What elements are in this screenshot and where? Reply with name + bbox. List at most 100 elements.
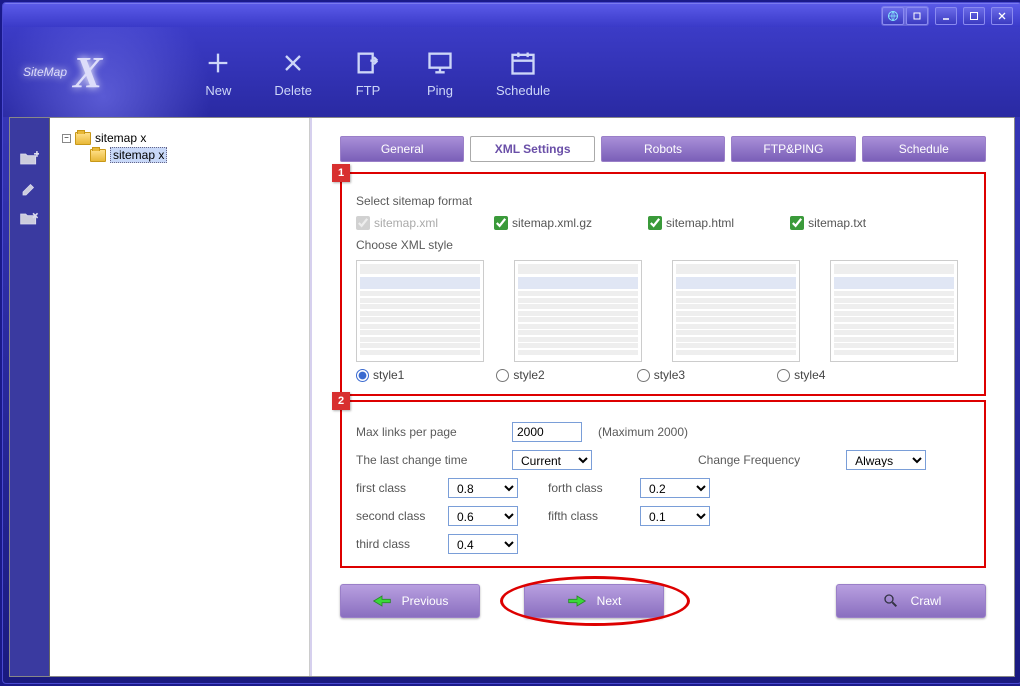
max-links-input[interactable]: [512, 422, 582, 442]
section-settings: 2 Max links per page (Maximum 2000) The …: [340, 400, 986, 568]
add-folder-icon[interactable]: +: [16, 148, 42, 170]
radio-style2-label: style2: [513, 368, 544, 382]
style-thumb-4[interactable]: [830, 260, 958, 362]
plus-icon: [202, 47, 234, 79]
max-links-hint: (Maximum 2000): [598, 425, 688, 439]
cb-xml-input: [356, 216, 370, 230]
app-window: SiteMap X New Delete FTP Ping Schedu: [2, 2, 1020, 684]
third-class-select[interactable]: 0.4: [448, 534, 518, 554]
svg-text:×: ×: [32, 211, 38, 222]
radio-style3-input[interactable]: [637, 369, 650, 382]
radio-style3-label: style3: [654, 368, 685, 382]
titlebar: [3, 3, 1020, 27]
previous-button[interactable]: Previous: [340, 584, 480, 618]
titlebar-aux-group: [881, 6, 929, 26]
toolbar-schedule[interactable]: Schedule: [496, 47, 550, 98]
radio-style4[interactable]: style4: [777, 368, 825, 382]
tree-panel: − sitemap x sitemap x: [50, 118, 310, 676]
edit-icon[interactable]: [16, 178, 42, 200]
fifth-class-select[interactable]: 0.1: [640, 506, 710, 526]
style-thumb-3[interactable]: [672, 260, 800, 362]
checkbox-sitemap-html[interactable]: sitemap.html: [648, 216, 734, 230]
checkbox-sitemap-txt[interactable]: sitemap.txt: [790, 216, 866, 230]
maximize-button[interactable]: [963, 7, 985, 25]
style-thumbnails: [356, 260, 970, 362]
tabs: General XML Settings Robots FTP&PING Sch…: [340, 136, 986, 162]
tab-xml-settings[interactable]: XML Settings: [470, 136, 594, 162]
monitor-icon: [424, 47, 456, 79]
style-thumb-2[interactable]: [514, 260, 642, 362]
cb-txt-label: sitemap.txt: [808, 216, 866, 230]
arrow-right-icon: [567, 593, 587, 609]
app-logo: SiteMap X: [23, 47, 102, 98]
minimize-button[interactable]: [935, 7, 957, 25]
radio-style1[interactable]: style1: [356, 368, 404, 382]
first-class-select[interactable]: 0.8: [448, 478, 518, 498]
class-priority-grid: first class 0.8 forth class 0.2 second c…: [356, 478, 970, 554]
radio-style1-input[interactable]: [356, 369, 369, 382]
cb-xml-label: sitemap.xml: [374, 216, 438, 230]
toolbar-ftp[interactable]: FTP: [352, 47, 384, 98]
forth-class-select[interactable]: 0.2: [640, 478, 710, 498]
sidebar-tools: + ×: [10, 118, 50, 676]
max-links-label: Max links per page: [356, 425, 496, 439]
x-icon: [277, 47, 309, 79]
globe-button[interactable]: [882, 7, 904, 25]
radio-style2-input[interactable]: [496, 369, 509, 382]
style-radios: style1 style2 style3 style4: [356, 368, 970, 382]
tree-root[interactable]: − sitemap x: [62, 130, 297, 146]
section-format: 1 Select sitemap format sitemap.xml site…: [340, 172, 986, 396]
content-panel: General XML Settings Robots FTP&PING Sch…: [310, 118, 1014, 676]
delete-folder-icon[interactable]: ×: [16, 208, 42, 230]
tree-toggle-icon[interactable]: −: [62, 134, 71, 143]
second-class-label: second class: [356, 509, 448, 523]
radio-style4-input[interactable]: [777, 369, 790, 382]
next-button[interactable]: Next: [524, 584, 664, 618]
cb-txt-input[interactable]: [790, 216, 804, 230]
folder-icon: [90, 149, 106, 162]
cb-xmlgz-label: sitemap.xml.gz: [512, 216, 592, 230]
cb-xmlgz-input[interactable]: [494, 216, 508, 230]
fifth-class-label: fifth class: [548, 509, 640, 523]
main-toolbar: New Delete FTP Ping Schedule: [202, 47, 550, 98]
export-icon: [352, 47, 384, 79]
style-thumb-1[interactable]: [356, 260, 484, 362]
tab-schedule[interactable]: Schedule: [862, 136, 986, 162]
logo-text: SiteMap: [23, 65, 67, 79]
toolbar-schedule-label: Schedule: [496, 83, 550, 98]
last-change-select[interactable]: Current: [512, 450, 592, 470]
logo-x: X: [73, 47, 102, 98]
svg-text:+: +: [34, 150, 39, 160]
change-freq-select[interactable]: Always: [846, 450, 926, 470]
toolbar-new[interactable]: New: [202, 47, 234, 98]
checkbox-sitemap-xml-gz[interactable]: sitemap.xml.gz: [494, 216, 592, 230]
forth-class-label: forth class: [548, 481, 640, 495]
next-label: Next: [597, 594, 622, 608]
toolbar-delete[interactable]: Delete: [274, 47, 312, 98]
tab-general[interactable]: General: [340, 136, 464, 162]
crawl-label: Crawl: [911, 594, 942, 608]
change-freq-label: Change Frequency: [698, 453, 800, 467]
checkbox-sitemap-xml: sitemap.xml: [356, 216, 438, 230]
footer-buttons: Previous Next Crawl: [340, 584, 986, 618]
tab-robots[interactable]: Robots: [601, 136, 725, 162]
radio-style4-label: style4: [794, 368, 825, 382]
crawl-button[interactable]: Crawl: [836, 584, 986, 618]
calendar-icon: [507, 47, 539, 79]
toolbar-ping-label: Ping: [427, 83, 453, 98]
cb-html-input[interactable]: [648, 216, 662, 230]
close-button[interactable]: [991, 7, 1013, 25]
format-options: sitemap.xml sitemap.xml.gz sitemap.html …: [356, 216, 970, 230]
radio-style1-label: style1: [373, 368, 404, 382]
second-class-select[interactable]: 0.6: [448, 506, 518, 526]
tab-ftpping[interactable]: FTP&PING: [731, 136, 855, 162]
radio-style2[interactable]: style2: [496, 368, 544, 382]
tree-root-label: sitemap x: [95, 131, 146, 145]
select-format-label: Select sitemap format: [356, 194, 970, 208]
tree-child[interactable]: sitemap x: [90, 146, 297, 164]
section-badge-1: 1: [332, 164, 350, 182]
restore-button[interactable]: [906, 7, 928, 25]
last-change-label: The last change time: [356, 453, 496, 467]
toolbar-ping[interactable]: Ping: [424, 47, 456, 98]
radio-style3[interactable]: style3: [637, 368, 685, 382]
